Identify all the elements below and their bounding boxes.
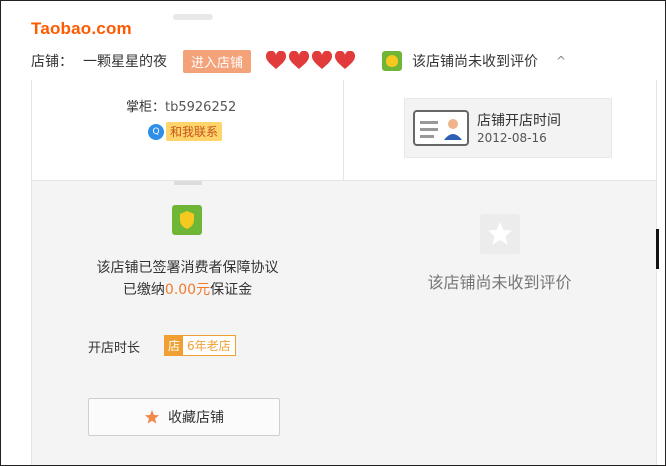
owner-label: 掌柜： [126, 100, 166, 115]
contact-me-button[interactable]: Q 和我联系 [148, 122, 223, 141]
shop-name[interactable]: 一颗星星的夜 [83, 51, 167, 71]
guarantee-agreement-text: 该店铺已签署消费者保障协议 [96, 260, 279, 276]
edge-mark [656, 229, 659, 269]
enter-shop-button[interactable]: 进入店铺 [183, 49, 252, 73]
shop-age-value: 6年老店 [187, 339, 231, 353]
id-card-icon [413, 110, 469, 146]
taobao-logo[interactable]: Taobao.com [31, 19, 132, 39]
collapse-caret-icon[interactable]: ^ [556, 54, 566, 68]
favorite-shop-label: 收藏店铺 [168, 410, 224, 426]
heart-icon [335, 51, 356, 69]
no-review-text: 该店铺尚未收到评价 [412, 54, 539, 70]
panel-bottom-section: 该店铺已签署消费者保障协议 已缴纳0.00元保证金 该店铺尚未收到评价 开店时长… [32, 181, 656, 465]
panel-top-section: 掌柜：tb5926252 Q 和我联系 店铺开店时间 2012-08-16 [32, 80, 656, 181]
heart-icon [266, 51, 287, 69]
favorite-shop-button[interactable]: 收藏店铺 [88, 398, 280, 436]
shop-info-panel: 掌柜：tb5926252 Q 和我联系 店铺开店时间 2012-08-16 该店… [31, 80, 657, 465]
open-date-value: 2012-08-16 [477, 131, 547, 145]
shop-header-bar: 店铺： 一颗星星的夜 进入店铺 该店铺尚未收到评价 ^ [31, 47, 566, 75]
guarantee-deposit-text: 已缴纳0.00元保证金 [32, 279, 343, 299]
shop-open-date-box: 店铺开店时间 2012-08-16 [404, 98, 612, 158]
deposit-amount: 0.00元 [164, 282, 211, 298]
shop-age-badge: 店 6年老店 [164, 335, 236, 356]
consumer-protection-icon [172, 205, 202, 235]
consumer-protection-icon [382, 51, 403, 71]
star-icon [488, 222, 512, 245]
deposit-suffix: 保证金 [210, 282, 253, 298]
window-frame: Taobao.com 店铺： 一颗星星的夜 进入店铺 该店铺尚未收到评价 ^ 掌… [0, 0, 666, 466]
shop-label: 店铺： [31, 54, 73, 70]
star-icon [145, 410, 159, 424]
faded-decoration [173, 14, 213, 20]
chat-icon: Q [148, 123, 164, 140]
deposit-prefix: 已缴纳 [122, 282, 165, 298]
heart-icon [312, 51, 333, 69]
owner-line: 掌柜：tb5926252 [126, 96, 236, 115]
heart-icon [289, 51, 310, 69]
review-placeholder-icon [480, 214, 520, 254]
separator-mark [174, 181, 202, 185]
open-date-title: 店铺开店时间 [477, 113, 561, 129]
credit-hearts [265, 51, 356, 71]
contact-me-label: 和我联系 [166, 122, 223, 141]
no-review-message: 该店铺尚未收到评价 [427, 273, 572, 292]
shop-badge-char: 店 [165, 336, 184, 355]
owner-id[interactable]: tb5926252 [165, 100, 236, 115]
open-duration-label: 开店时长 [88, 341, 141, 356]
vertical-divider [343, 80, 344, 180]
